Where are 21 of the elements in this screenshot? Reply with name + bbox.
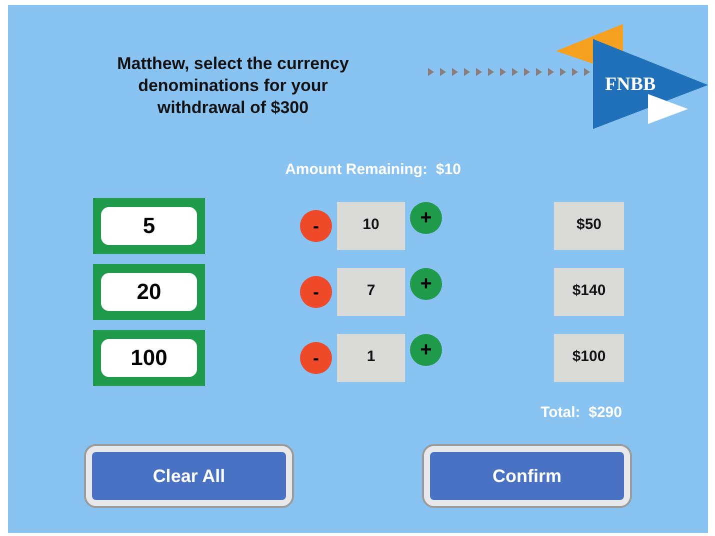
action-button[interactable]: Clear All — [86, 446, 292, 506]
denomination-label: 20 — [101, 272, 197, 310]
count-field[interactable]: 10 — [337, 202, 405, 250]
increase-button[interactable]: + — [410, 268, 442, 300]
denomination-label: 5 — [101, 206, 197, 244]
increase-button[interactable]: + — [410, 202, 442, 234]
subtotal-field: $140 — [554, 268, 624, 316]
increase-button[interactable]: + — [410, 334, 442, 366]
count-field[interactable]: 1 — [337, 334, 405, 382]
action-button[interactable]: Confirm — [424, 446, 630, 506]
logo-drawing: FNBB — [418, 19, 708, 129]
subtotal-field: $100 — [554, 334, 624, 382]
decrease-button[interactable]: - — [300, 342, 332, 374]
subtotal-field: $50 — [554, 202, 624, 250]
decrease-button[interactable]: - — [300, 210, 332, 242]
instruction-text: Matthew, select the currency denominations for your withdrawal of $300 — [116, 53, 350, 119]
denomination-label: 100 — [101, 338, 197, 376]
decrease-button[interactable]: - — [300, 276, 332, 308]
total-text: Total: $290 — [540, 402, 622, 422]
count-field[interactable]: 7 — [337, 268, 405, 316]
amount-remaining-text: Amount Remaining: $10 — [285, 160, 461, 180]
